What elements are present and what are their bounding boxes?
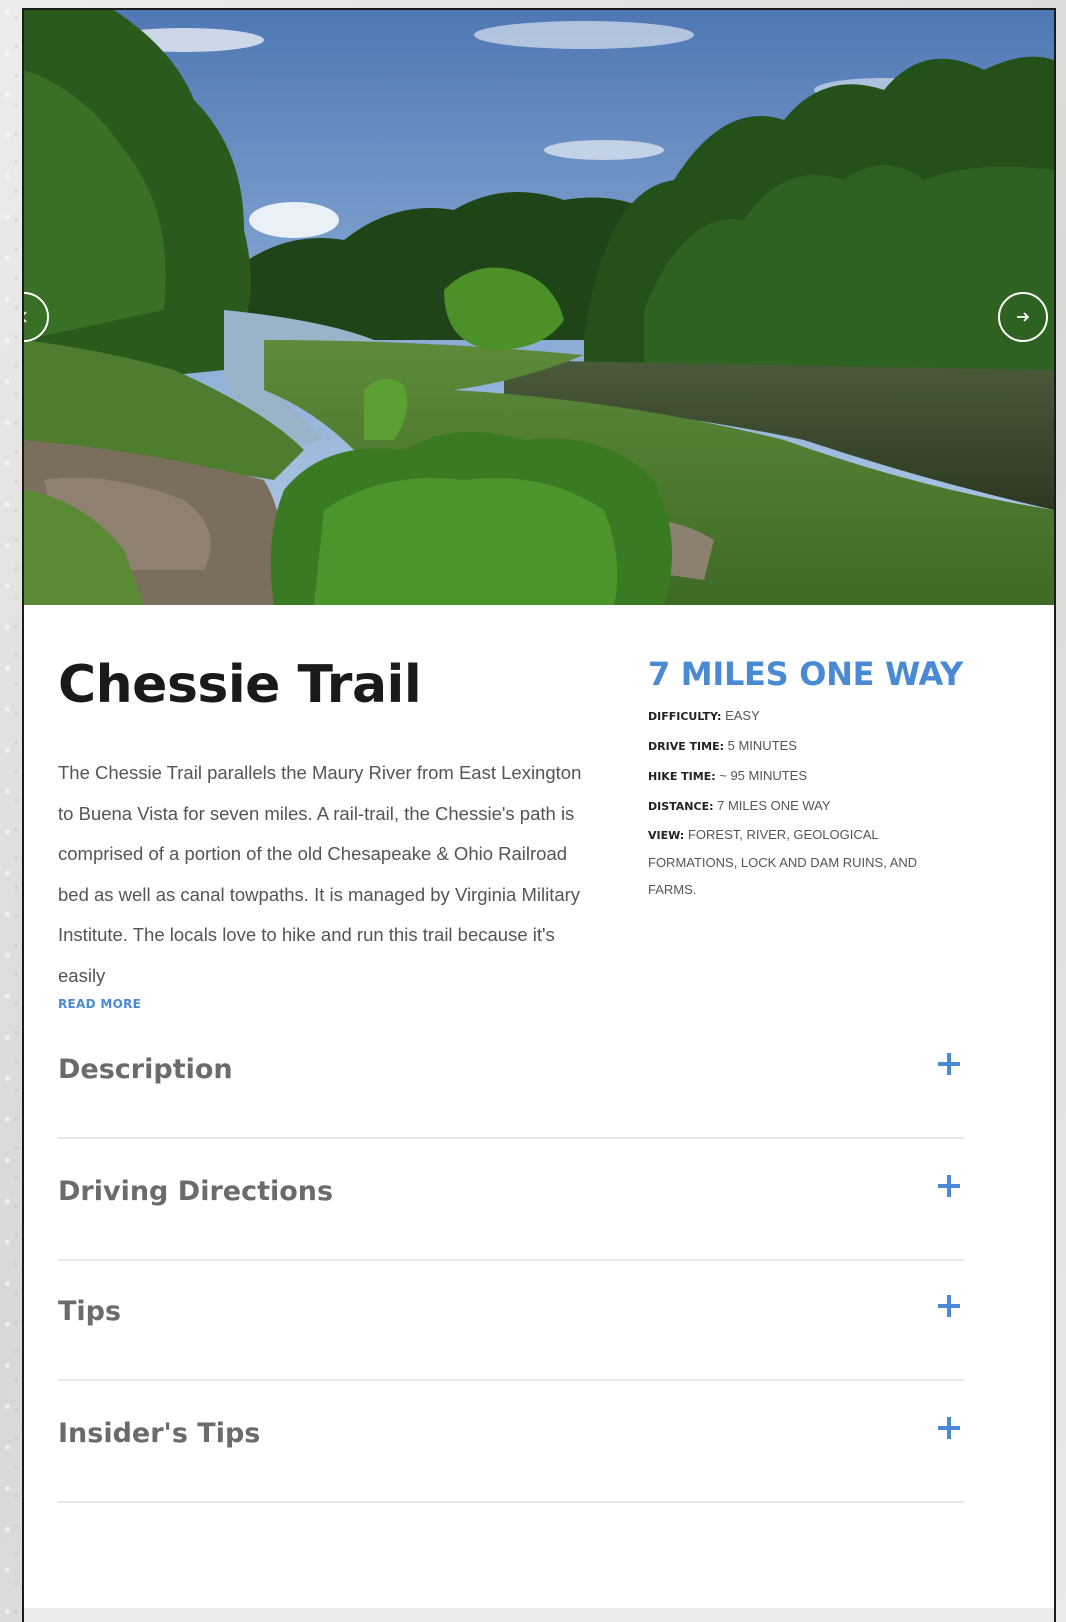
stat-difficulty-label: DIFFICULTY: xyxy=(648,710,722,723)
chevron-right-icon xyxy=(1017,312,1030,322)
stats-headline: 7 MILES ONE WAY xyxy=(648,655,963,693)
stat-view-label: VIEW: xyxy=(648,829,685,842)
plus-icon xyxy=(938,1295,960,1317)
accordion-description[interactable]: Description xyxy=(58,1017,964,1139)
stat-drive-time: DRIVE TIME: 5 MINUTES xyxy=(648,731,1008,761)
stat-difficulty-value: EASY xyxy=(725,708,760,723)
plus-icon xyxy=(938,1175,960,1197)
plus-icon xyxy=(938,1417,960,1439)
stat-distance: DISTANCE: 7 MILES ONE WAY xyxy=(648,791,1008,821)
carousel-next-button[interactable] xyxy=(998,292,1048,342)
accordion-tips[interactable]: Tips xyxy=(58,1259,964,1381)
stat-difficulty: DIFFICULTY: EASY xyxy=(648,701,1008,731)
trail-title: Chessie Trail xyxy=(58,655,422,715)
accordion-driving-directions[interactable]: Driving Directions xyxy=(58,1139,964,1261)
trail-stats: 7 MILES ONE WAY DIFFICULTY: EASY DRIVE T… xyxy=(648,655,1008,903)
accordion-label: Insider's Tips xyxy=(58,1418,261,1449)
trail-content: Chessie Trail The Chessie Trail parallel… xyxy=(24,605,1054,1622)
accordion-label: Description xyxy=(58,1054,233,1085)
accordion-insiders-tips[interactable]: Insider's Tips xyxy=(58,1381,964,1503)
accordion-label: Tips xyxy=(58,1296,122,1327)
stat-distance-label: DISTANCE: xyxy=(648,800,714,813)
stat-hike-time: HIKE TIME: ~ 95 MINUTES xyxy=(648,761,1008,791)
read-more-link[interactable]: READ MORE xyxy=(58,997,141,1011)
footer-strip xyxy=(24,1608,1054,1622)
stat-view-value: FOREST, RIVER, GEOLOGICAL FORMATIONS, LO… xyxy=(648,827,918,897)
accordion-label: Driving Directions xyxy=(58,1176,334,1207)
stat-drive-value: 5 MINUTES xyxy=(727,738,797,753)
trail-description: The Chessie Trail parallels the Maury Ri… xyxy=(58,762,582,986)
stat-distance-value: 7 MILES ONE WAY xyxy=(717,798,831,813)
trail-card: Chessie Trail The Chessie Trail parallel… xyxy=(22,8,1056,1622)
chevron-left-icon xyxy=(24,311,27,323)
stat-hike-value: ~ 95 MINUTES xyxy=(719,768,808,783)
stat-drive-label: DRIVE TIME: xyxy=(648,740,725,753)
stat-view: VIEW: FOREST, RIVER, GEOLOGICAL FORMATIO… xyxy=(648,821,938,903)
hero-photo xyxy=(24,10,1054,605)
stat-hike-label: HIKE TIME: xyxy=(648,770,716,783)
hero-photo-carousel xyxy=(24,10,1054,605)
plus-icon xyxy=(938,1053,960,1075)
